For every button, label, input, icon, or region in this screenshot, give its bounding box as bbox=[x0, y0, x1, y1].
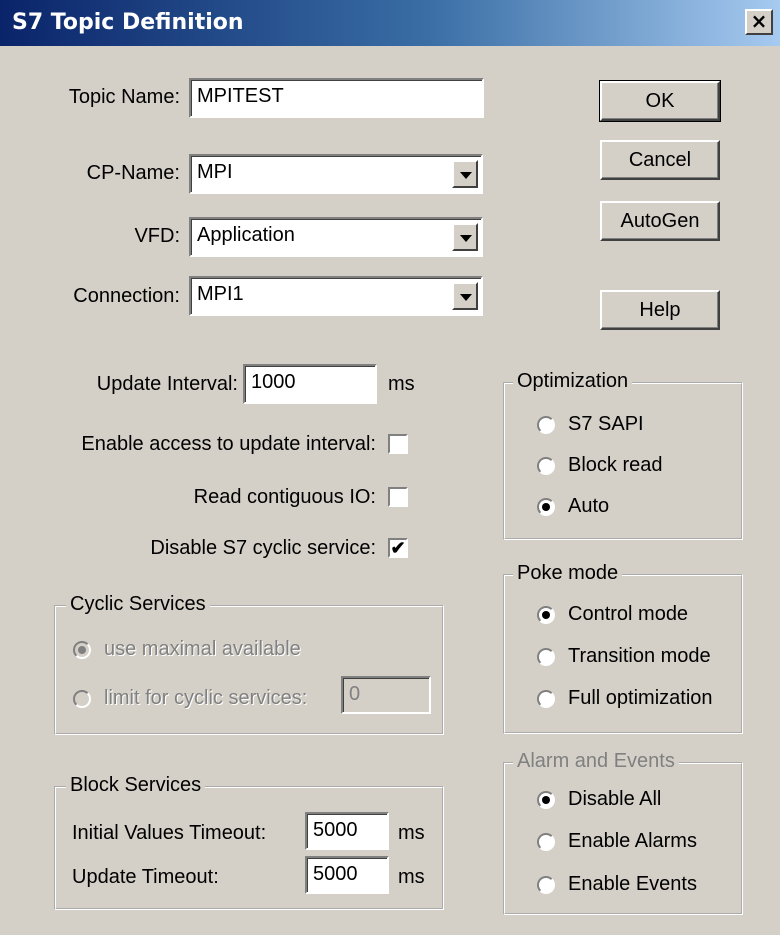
enable-alarms-radio[interactable] bbox=[537, 833, 555, 851]
enable-events-label: Enable Events bbox=[568, 873, 697, 895]
control-mode-radio[interactable] bbox=[537, 606, 555, 624]
limit-radio bbox=[73, 690, 91, 708]
help-button[interactable]: Help bbox=[600, 290, 720, 330]
s7-sapi-label: S7 SAPI bbox=[568, 413, 644, 435]
initial-timeout-input[interactable]: 5000 bbox=[305, 812, 389, 850]
read-contiguous-checkbox[interactable] bbox=[388, 487, 408, 507]
cp-name-label: CP-Name: bbox=[86, 162, 180, 184]
autogen-button[interactable]: AutoGen bbox=[600, 201, 720, 241]
cp-name-value: MPI bbox=[197, 161, 233, 183]
chevron-down-icon[interactable] bbox=[452, 223, 478, 251]
disable-cyclic-label: Disable S7 cyclic service: bbox=[150, 537, 376, 559]
vfd-dropdown[interactable]: Application bbox=[189, 217, 483, 257]
initial-timeout-unit: ms bbox=[398, 822, 425, 844]
read-contiguous-label: Read contiguous IO: bbox=[193, 486, 376, 508]
s7-sapi-radio[interactable] bbox=[537, 416, 555, 434]
cancel-button[interactable]: Cancel bbox=[600, 140, 720, 180]
vfd-label: VFD: bbox=[134, 225, 180, 247]
topic-name-input[interactable]: MPITEST bbox=[189, 78, 484, 118]
update-timeout-input[interactable]: 5000 bbox=[305, 856, 389, 894]
cyclic-services-group bbox=[54, 605, 444, 735]
block-read-label: Block read bbox=[568, 454, 663, 476]
limit-input: 0 bbox=[341, 676, 431, 714]
connection-value: MPI1 bbox=[197, 283, 244, 305]
enable-alarms-label: Enable Alarms bbox=[568, 830, 697, 852]
radio-dot-icon bbox=[542, 503, 550, 511]
auto-label: Auto bbox=[568, 495, 610, 517]
update-interval-label: Update Interval: bbox=[96, 373, 238, 395]
connection-dropdown[interactable]: MPI1 bbox=[189, 276, 483, 316]
checkmark-icon: ✔ bbox=[390, 538, 406, 558]
radio-dot-icon bbox=[542, 796, 550, 804]
enable-access-label: Enable access to update interval: bbox=[81, 433, 376, 455]
optimization-title: Optimization bbox=[513, 370, 633, 393]
update-timeout-unit: ms bbox=[398, 866, 425, 888]
radio-dot-icon bbox=[542, 611, 550, 619]
s7-topic-definition-dialog: S7 Topic Definition × Topic Name: MPITES… bbox=[0, 0, 780, 935]
auto-radio[interactable] bbox=[537, 498, 555, 516]
update-timeout-label: Update Timeout: bbox=[72, 866, 219, 888]
block-services-title: Block Services bbox=[66, 774, 206, 797]
poke-mode-title: Poke mode bbox=[513, 562, 623, 585]
cp-name-dropdown[interactable]: MPI bbox=[189, 154, 483, 194]
topic-name-label: Topic Name: bbox=[68, 86, 180, 108]
block-read-radio[interactable] bbox=[537, 457, 555, 475]
use-maximal-label: use maximal available bbox=[104, 638, 301, 660]
transition-mode-radio[interactable] bbox=[537, 648, 555, 666]
initial-timeout-label: Initial Values Timeout: bbox=[72, 822, 267, 844]
enable-access-checkbox[interactable] bbox=[388, 434, 408, 454]
enable-events-radio[interactable] bbox=[537, 876, 555, 894]
disable-all-label: Disable All bbox=[568, 788, 662, 810]
control-mode-label: Control mode bbox=[568, 603, 689, 625]
update-interval-unit: ms bbox=[388, 373, 415, 395]
full-optimization-radio[interactable] bbox=[537, 690, 555, 708]
limit-label: limit for cyclic services: bbox=[104, 687, 308, 709]
disable-cyclic-checkbox[interactable]: ✔ bbox=[388, 538, 408, 558]
radio-dot-icon bbox=[78, 646, 86, 654]
disable-all-radio[interactable] bbox=[537, 791, 555, 809]
ok-button[interactable]: OK bbox=[599, 80, 721, 122]
connection-label: Connection: bbox=[73, 285, 180, 307]
cyclic-services-title: Cyclic Services bbox=[66, 593, 210, 616]
chevron-down-icon[interactable] bbox=[452, 282, 478, 310]
window-title: S7 Topic Definition bbox=[12, 10, 244, 35]
alarm-events-title: Alarm and Events bbox=[513, 750, 679, 773]
title-bar: S7 Topic Definition × bbox=[0, 0, 780, 46]
update-interval-input[interactable]: 1000 bbox=[243, 364, 377, 404]
close-button[interactable]: × bbox=[745, 9, 773, 35]
chevron-down-icon[interactable] bbox=[452, 160, 478, 188]
transition-mode-label: Transition mode bbox=[568, 645, 711, 667]
vfd-value: Application bbox=[197, 224, 295, 246]
use-maximal-radio bbox=[73, 641, 91, 659]
full-optimization-label: Full optimization bbox=[568, 687, 713, 709]
